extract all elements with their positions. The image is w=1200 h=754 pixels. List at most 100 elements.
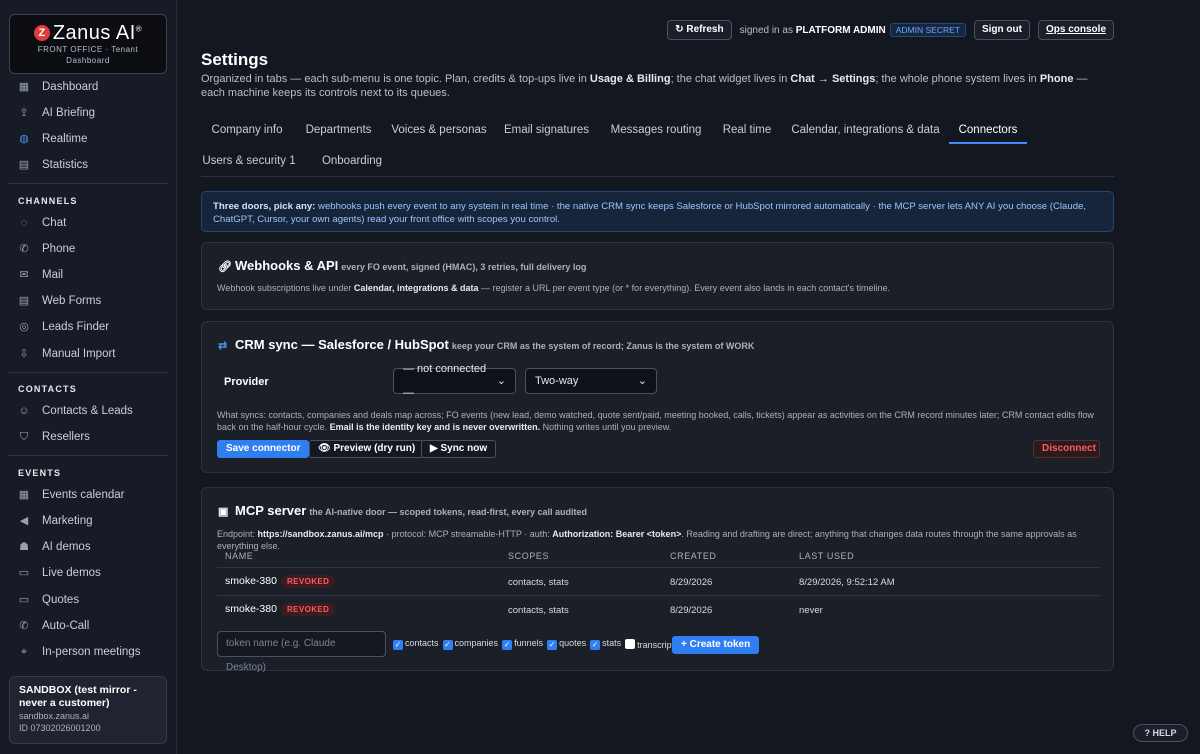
brand-logo[interactable]: Z Zanus AI® FRONT OFFICE · Tenant Dashbo… [9,14,167,74]
sandbox-card[interactable]: SANDBOX (test mirror - never a customer)… [9,676,167,744]
tab-departments[interactable]: Departments [298,116,379,144]
document-icon: ▤ [18,159,30,171]
scope-funnels[interactable]: ✓ funnels [502,638,543,650]
sidebar-item-statistics[interactable]: ▤ Statistics [0,152,176,178]
webhooks-description: Webhook subscriptions live under Calenda… [217,283,891,293]
column-header-name: NAME [225,551,254,561]
sidebar-item-label: Leads Finder [42,321,110,333]
column-header-created: CREATED [670,551,717,561]
tab-voices-personas[interactable]: Voices & personas [387,116,491,144]
sidebar-item-manual-import[interactable]: ⇩ Manual Import [0,341,176,367]
preview-dry-run-button[interactable]: 👁︎ Preview (dry run) [309,440,425,458]
sidebar-item-phone[interactable]: ✆ Phone [0,236,176,262]
screen-icon: ▭ [18,567,30,579]
link-icon: 🔗︎ [218,261,232,273]
nav-divider [8,372,168,373]
sidebar-item-label: Mail [42,269,64,281]
scope-transcripts[interactable]: transcripts [625,638,679,650]
upload-icon: ⇪ [19,107,29,119]
scope-contacts[interactable]: ✓ contacts [393,638,439,650]
sidebar-item-label: Auto-Call [42,620,90,632]
users-icon: ☺ [18,405,30,417]
nav-heading-contacts: CONTACTS [18,384,77,394]
tab-onboarding[interactable]: Onboarding [314,147,390,175]
create-token-button[interactable]: + Create token [672,636,760,654]
form-icon: ▤ [18,295,30,307]
help-button[interactable]: ? HELP [1133,724,1188,742]
tab-calendar-integrations[interactable]: Calendar, integrations & data [787,116,944,144]
sidebar-item-realtime[interactable]: ◍ Realtime [0,126,176,152]
tab-real-time[interactable]: Real time [718,116,776,144]
refresh-button[interactable]: ↻ Refresh [667,20,732,40]
sidebar-item-ai-briefing[interactable]: ⇪ AI Briefing [0,100,176,126]
scope-stats[interactable]: ✓ stats [590,638,621,650]
sync-now-button[interactable]: ▶ Sync now [421,440,497,458]
crm-title: ⇄ CRM sync — Salesforce / HubSpot keep you… [218,337,755,352]
ops-console-button[interactable]: Ops console [1037,20,1114,40]
scope-quotes[interactable]: ✓ quotes [547,638,586,650]
sign-out-button[interactable]: Sign out [973,20,1030,40]
handshake-icon: ⛉ [19,431,29,443]
sidebar-item-dashboard[interactable]: ▦ Dashboard [0,74,176,100]
checkbox-checked-icon: ✓ [393,640,403,650]
sidebar-item-in-person-meetings[interactable]: ⌖ In-person meetings [0,639,176,665]
crm-sync-card: ⇄ CRM sync — Salesforce / HubSpot keep you… [201,321,1114,473]
brand-subtitle-2: Dashboard [66,56,110,65]
settings-tabs: Company info Departments Voices & person… [201,116,1114,177]
globe-icon: ◍ [19,133,29,145]
sandbox-title: SANDBOX (test mirror - never a customer) [19,684,137,709]
sidebar-item-resellers[interactable]: ⛉ Resellers [0,424,176,450]
token-name-input[interactable]: token name (e.g. Claude Desktop) [217,631,386,673]
import-icon: ⇩ [19,348,29,360]
tab-users-security[interactable]: Users & security 1 [201,147,297,175]
calendar-icon: ▦ [18,489,30,501]
checkbox-checked-icon: ✓ [590,640,601,650]
table-divider [217,595,1100,596]
sync-direction-select[interactable]: Two-way ⌄ [525,368,657,394]
token-last-used: 8/29/2026, 9:52:12 AM [799,577,895,588]
radar-icon: ◎ [19,321,29,333]
token-name: smoke-380 REVOKED [225,575,336,588]
scope-companies[interactable]: ✓ companies [442,638,498,650]
checkbox-checked-icon: ✓ [547,640,558,650]
column-header-scopes: SCOPES [508,551,550,561]
tab-connectors[interactable]: Connectors [949,116,1027,144]
sidebar-item-marketing[interactable]: ◀ Marketing [0,508,176,534]
sidebar-item-chat[interactable]: ◌ Chat [0,210,176,236]
sidebar-item-live-demos[interactable]: ▭ Live demos [0,560,176,586]
mcp-server-card: ▣ MCP server the AI-native door — scoped t… [201,487,1114,673]
save-connector-button[interactable]: Save connector [217,440,310,458]
token-last-used: never [799,605,823,616]
topbar: ↻ Refresh signed in as PLATFORM ADMIN ADM… [667,20,1114,40]
provider-select[interactable]: — not connected — ⌄ [393,363,516,399]
sidebar-item-leads-finder[interactable]: ◎ Leads Finder [0,314,176,340]
checkbox-checked-icon: ✓ [502,640,513,650]
tab-email-signatures[interactable]: Email signatures [499,116,594,144]
sidebar-item-label: Contacts & Leads [42,405,133,417]
chat-icon: ◌ [20,217,28,229]
pin-icon: ⌖ [20,646,28,658]
sidebar-item-label: Live demos [42,567,101,579]
mcp-title: ▣ MCP server the AI-native door — scoped t… [218,503,588,518]
megaphone-icon: ◀ [19,515,29,527]
phone-icon: ✆ [19,620,29,632]
sidebar-item-mail[interactable]: ✉ Mail [0,262,176,288]
crm-help-text: What syncs: contacts, companies and deal… [217,410,1094,432]
sidebar-item-label: Quotes [42,594,80,606]
sidebar-item-auto-call[interactable]: ✆ Auto-Call [0,613,176,639]
sidebar-item-quotes[interactable]: ▭ Quotes [0,587,176,613]
token-scopes: contacts, stats [508,605,569,616]
chevron-down-icon: ⌄ [496,375,506,387]
table-divider [217,567,1100,568]
tab-company-info[interactable]: Company info [201,116,293,144]
brand-subtitle-1: FRONT OFFICE · Tenant [37,45,139,54]
tab-messages-routing[interactable]: Messages routing [603,116,709,144]
sidebar-item-contacts-leads[interactable]: ☺ Contacts & Leads [0,398,176,424]
sidebar-item-ai-demos[interactable]: ☗ AI demos [0,534,176,560]
sidebar-item-label: Marketing [42,515,93,527]
eye-icon: 👁︎ [318,443,334,454]
sidebar-item-web-forms[interactable]: ▤ Web Forms [0,288,176,314]
sidebar-item-events-calendar[interactable]: ▦ Events calendar [0,482,176,508]
token-created: 8/29/2026 [670,577,713,588]
disconnect-button[interactable]: Disconnect [1033,440,1100,458]
